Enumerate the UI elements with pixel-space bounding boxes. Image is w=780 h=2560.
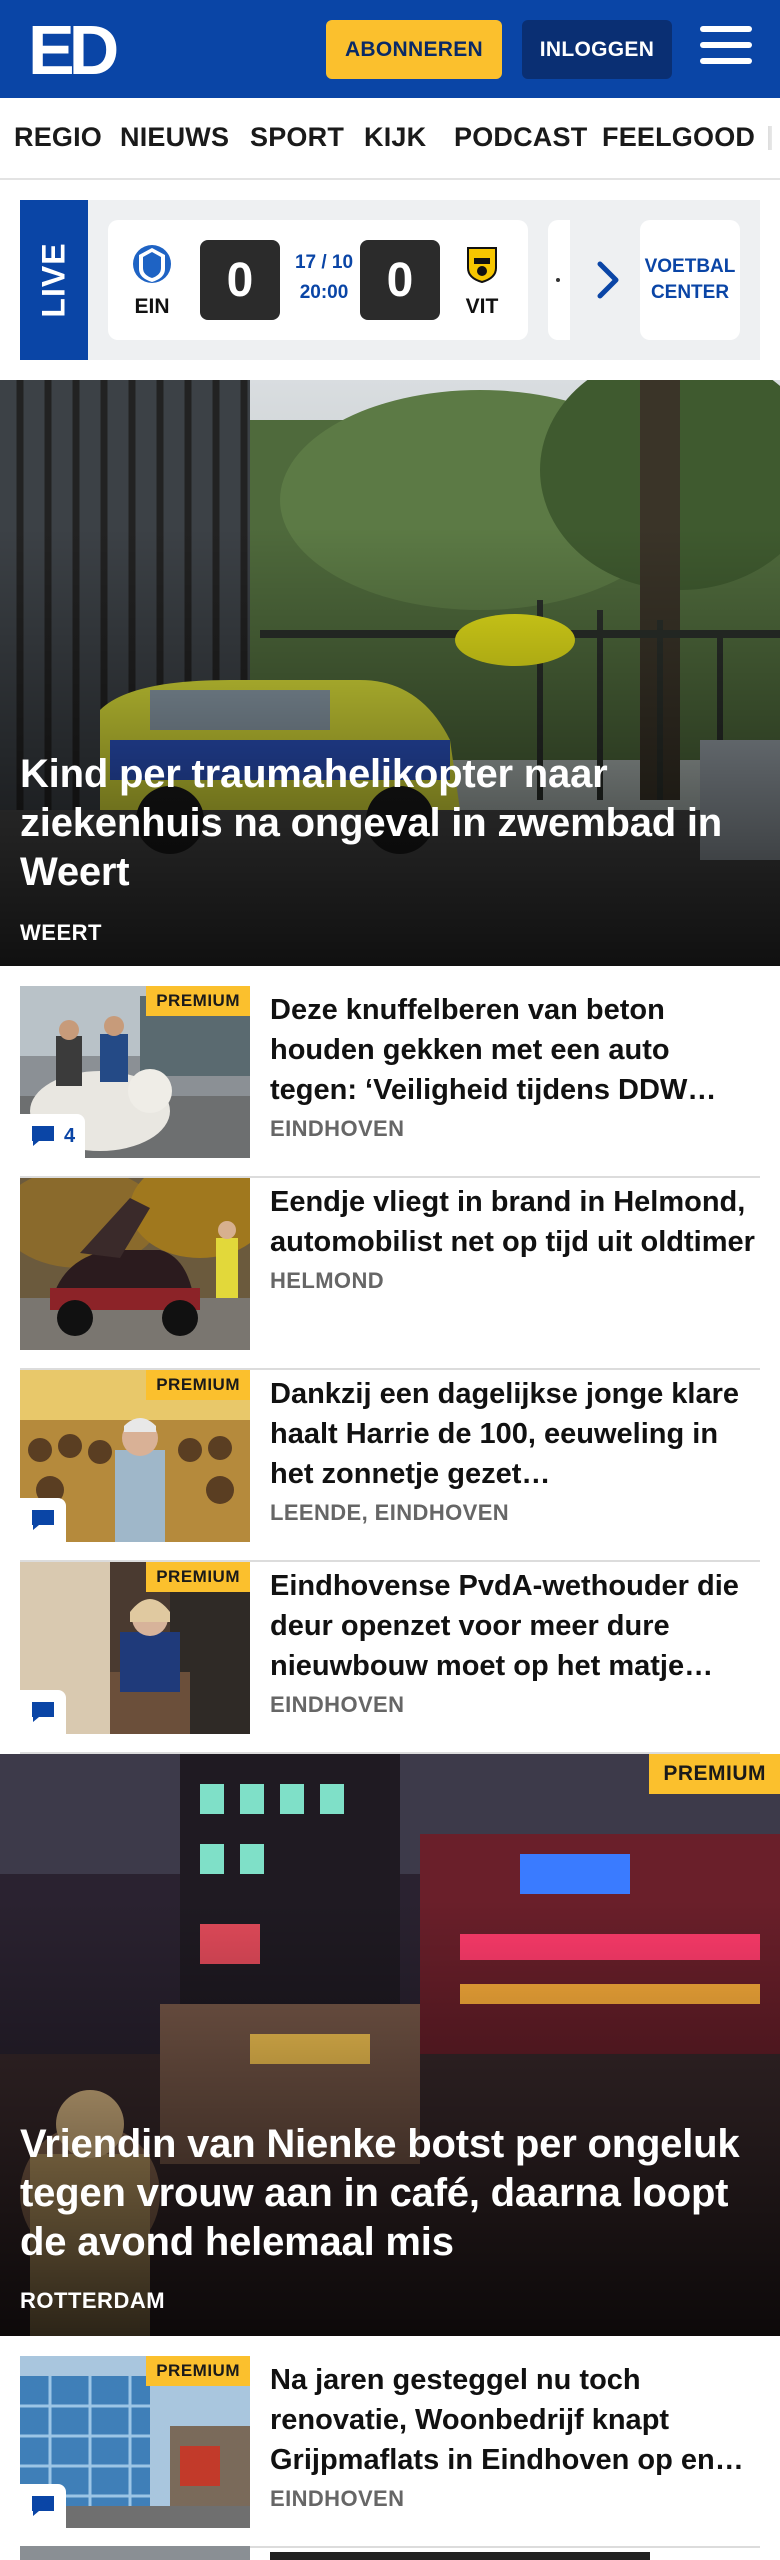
story-location: EINDHOVEN [270,1116,405,1141]
chevron-right-icon[interactable] [588,258,628,302]
next-match-card[interactable] [548,220,570,340]
away-team-code: VIT [465,295,499,318]
list-item[interactable]: PREMIUM Dankzij een dagelijkse jonge kla… [20,1370,760,1562]
away-score: 0 [360,240,440,320]
nav-item-feelgood[interactable]: FEELGOOD [602,122,755,153]
comment-icon [32,2496,54,2516]
home-team-code: EIN [134,295,170,318]
nav-item-podcast[interactable]: PODCAST [454,122,587,153]
premium-badge: PREMIUM [146,1562,250,1592]
story-thumbnail: PREMIUM [20,2356,250,2528]
voetbal-center-button[interactable]: VOETBAL CENTER [640,220,740,340]
story-thumbnail: PREMIUM [20,1562,250,1734]
story-headline[interactable]: Eendje vliegt in brand in Helmond, autom… [270,1182,760,1262]
comment-badge[interactable] [20,1498,66,1542]
story-headline[interactable]: Deze knuffelberen van beton houden gekke… [270,990,760,1110]
story-thumbnail: PREMIUM [20,1370,250,1542]
list-item[interactable]: PREMIUM Eindhovense PvdA-wethouder die d… [20,1562,760,1754]
nav-item-nieuws[interactable]: NIEUWS [120,122,229,153]
story-location: HELMOND [270,1268,385,1293]
list-item[interactable]: PREMIUM 4 Deze knuffelberen van beton ho… [20,986,760,1178]
story-location: EINDHOVEN [270,2486,405,2511]
away-team: VIT [452,242,512,319]
comment-badge[interactable] [20,1690,66,1734]
story-location: EINDHOVEN [270,1692,405,1717]
nav-item-sport[interactable]: SPORT [250,122,344,153]
story-headline-partial [270,2552,650,2560]
thumb-burning-oldtimer [20,1178,250,1350]
hero-1-location: WEERT [20,920,102,945]
login-button[interactable]: INLOGGEN [522,20,672,79]
story-thumbnail [20,2546,250,2560]
nav-item-kijk[interactable]: KIJK [364,122,426,153]
subscribe-button[interactable]: ABONNEREN [326,20,502,79]
vitesse-crest-icon [467,247,497,284]
hamburger-menu-icon[interactable] [700,26,752,72]
story-headline[interactable]: Eindhovense PvdA-wethouder die deur open… [270,1566,760,1686]
home-team: EIN [122,242,182,319]
match-date: 17 / 10 [294,252,354,273]
list-item-partial[interactable] [20,2546,760,2560]
hero-story-1[interactable]: Kind per traumahelikopter naar ziekenhui… [0,380,780,966]
live-scoreboard: LIVE EIN 0 17 / 10 20:00 0 VIT VOETBAL C… [20,200,760,360]
comment-icon [32,1510,54,1530]
live-tab[interactable]: LIVE [20,200,88,360]
story-thumbnail: PREMIUM 4 [20,986,250,1158]
comment-count: 4 [64,1124,76,1147]
list-item[interactable]: PREMIUM Na jaren gesteggel nu toch renov… [20,2356,760,2548]
kickoff-time: 17 / 10 20:00 [288,248,360,308]
premium-badge: PREMIUM [146,1370,250,1400]
premium-badge: PREMIUM [146,986,250,1016]
story-headline[interactable]: Dankzij een dagelijkse jonge klare haalt… [270,1374,760,1494]
nav-item-regio[interactable]: REGIO [14,122,102,153]
match-time: 20:00 [299,282,349,303]
hero-1-title[interactable]: Kind per traumahelikopter naar ziekenhui… [20,750,760,897]
comment-icon [32,1702,54,1722]
comment-badge[interactable] [20,2484,66,2528]
logo-text: ED [28,16,117,80]
comment-badge[interactable]: 4 [20,1114,86,1158]
live-label: LIVE [35,242,72,318]
hero-2-location: ROTTERDAM [20,2288,166,2313]
nav-fade [756,98,780,178]
hero-story-2[interactable]: PREMIUM Vriendin van Nienke botst per on… [0,1754,780,2336]
section-nav: REGIO NIEUWS SPORT KIJK PODCAST FEELGOOD [0,98,780,180]
ed-logo[interactable]: ED [28,16,118,80]
list-item[interactable]: Eendje vliegt in brand in Helmond, autom… [20,1178,760,1370]
premium-badge: PREMIUM [146,2356,250,2386]
psv-crest-icon [133,245,171,283]
premium-badge: PREMIUM [649,1754,780,1794]
story-headline[interactable]: Na jaren gesteggel nu toch renovatie, Wo… [270,2360,760,2480]
hero-2-title[interactable]: Vriendin van Nienke botst per ongeluk te… [20,2120,760,2267]
match-card[interactable]: EIN 0 17 / 10 20:00 0 VIT [108,220,528,340]
story-thumbnail [20,1178,250,1350]
home-score: 0 [200,240,280,320]
comment-icon [32,1126,54,1146]
story-location: LEENDE, EINDHOVEN [270,1500,510,1525]
site-header: ED ABONNEREN INLOGGEN [0,0,780,98]
